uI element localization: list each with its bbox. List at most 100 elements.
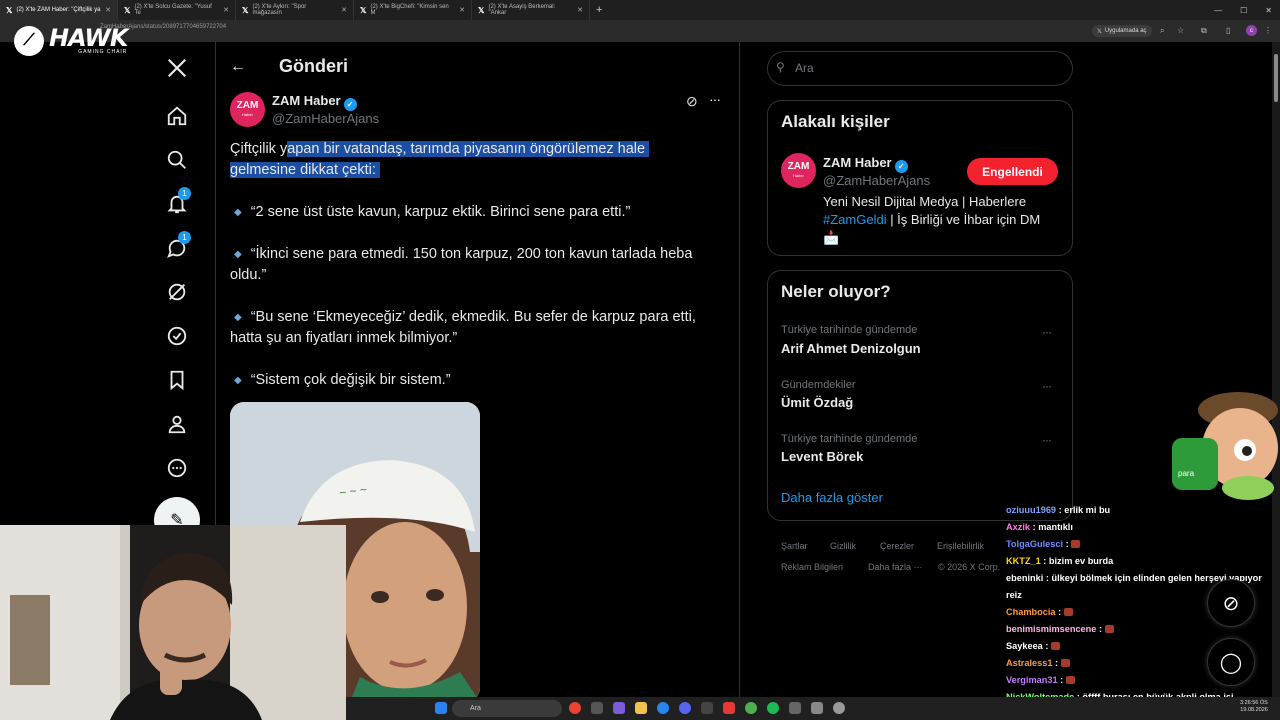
trend-item[interactable]: Arif Ahmet Denizolgun (781, 341, 921, 356)
chat-username[interactable]: Astraless1 (1006, 658, 1052, 668)
premium-verified-icon[interactable] (164, 323, 190, 349)
home-icon[interactable] (164, 103, 190, 129)
related-avatar[interactable]: ZAM Haber (781, 153, 816, 188)
settings-icon[interactable] (833, 702, 845, 714)
menu-dots-icon[interactable]: ⋮ (1264, 26, 1272, 35)
app-icon[interactable] (811, 702, 823, 714)
chat-username[interactable]: KKTZ_1 (1006, 556, 1041, 566)
grok-floating-icon[interactable]: ⊘ (1207, 579, 1255, 627)
extensions-icon[interactable]: ⧉ (1201, 26, 1207, 36)
footer-terms-link[interactable]: Şartlar (781, 541, 808, 551)
close-tab-icon[interactable]: ✕ (223, 6, 229, 14)
trend-more-icon[interactable]: ··· (1042, 433, 1052, 447)
show-more-link[interactable]: Daha fazla göster (781, 490, 883, 505)
zoom-icon[interactable]: ⌕ (1160, 26, 1164, 36)
notifications-badge: 1 (178, 187, 191, 200)
trend-more-icon[interactable]: ··· (1042, 379, 1052, 393)
taskbar-clock[interactable]: 3:26:56 ÖS 19.08.2026 (1240, 700, 1268, 714)
notifications-bell-icon[interactable]: 1 (164, 187, 191, 217)
quote-text: hatta şu an fiyatları inmek bilmiyor.” (230, 330, 458, 346)
explore-search-icon[interactable] (164, 147, 190, 173)
tab-label: (2) X'te Aykırı: "Spor mağazasın (252, 4, 307, 16)
trend-item[interactable]: Ümit Özdağ (781, 395, 853, 410)
chat-text: erlik mi bu (1064, 505, 1111, 515)
trend-more-icon[interactable]: ··· (1042, 325, 1052, 339)
browser-tab[interactable]: 𝕏 (2) X'te BigChefi: "Kimsin sen M ✕ (354, 0, 472, 20)
author-avatar[interactable]: ZAM Haber (230, 92, 265, 127)
close-window-icon[interactable]: ✕ (1265, 6, 1272, 15)
address-bar: ZamHaberAjans/status/2089717704659722704… (0, 20, 1280, 42)
post-more-icon[interactable]: ··· (709, 91, 721, 107)
hashtag-link[interactable]: #ZamGeldi (823, 212, 887, 227)
browser-tab[interactable]: 𝕏 (2) X'te ZAM Haber: "Çiftçilik ya ✕ (0, 0, 118, 20)
close-tab-icon[interactable]: ✕ (459, 6, 465, 14)
app-icon[interactable] (613, 702, 625, 714)
minimize-icon[interactable]: — (1214, 6, 1222, 15)
messages-icon[interactable]: 1 (164, 231, 191, 261)
spotify-icon[interactable] (767, 702, 779, 714)
footer-cookies-link[interactable]: Çerezler (880, 541, 914, 551)
footer-ads-link[interactable]: Reklam Bilgileri (781, 562, 843, 572)
chat-username[interactable]: oziuuu1969 (1006, 505, 1056, 515)
footer-accessibility-link[interactable]: Erişilebilirlik (937, 541, 984, 551)
x-home-logo-icon[interactable] (164, 55, 190, 81)
app-icon[interactable] (701, 702, 713, 714)
app-icon[interactable] (723, 702, 735, 714)
chat-username[interactable]: TolgaGulesci (1006, 539, 1063, 549)
edge-icon[interactable] (657, 702, 669, 714)
chat-username[interactable]: Vergiman31 (1006, 675, 1058, 685)
bookmarks-icon[interactable] (164, 367, 190, 393)
chrome-profile-icon[interactable] (745, 702, 757, 714)
file-explorer-icon[interactable] (635, 702, 647, 714)
app-icon[interactable] (591, 702, 603, 714)
close-tab-icon[interactable]: ✕ (105, 6, 111, 14)
discord-icon[interactable] (679, 702, 691, 714)
bookmark-star-icon[interactable]: ☆ (1177, 26, 1184, 35)
chrome-icon[interactable] (569, 702, 581, 714)
taskbar-search[interactable]: Ara (452, 700, 562, 717)
related-people-title: Alakalı kişiler (781, 112, 890, 131)
close-tab-icon[interactable]: ✕ (577, 6, 583, 14)
clock-date: 19.08.2026 (1240, 707, 1268, 713)
profile-icon[interactable] (164, 411, 190, 437)
more-options-icon[interactable] (164, 455, 190, 481)
taskbar-search-label: Ara (470, 705, 481, 712)
envelope-emoji-icon: 📩 (823, 230, 840, 245)
grok-explain-icon[interactable]: ⊘ (686, 93, 698, 110)
split-view-icon[interactable]: ▯ (1226, 26, 1230, 35)
chat-username[interactable]: Saykeea (1006, 641, 1043, 651)
related-handle[interactable]: @ZamHaberAjans (823, 173, 930, 188)
browser-tab[interactable]: 𝕏 (2) X'te Asayiş Berkemal: "Ankar ✕ (472, 0, 590, 20)
app-icon[interactable] (789, 702, 801, 714)
back-arrow-icon[interactable]: ← (230, 58, 246, 76)
tab-label: (2) X'te ZAM Haber: "Çiftçilik ya (16, 7, 101, 13)
chat-username[interactable]: ebeninki (1006, 573, 1043, 583)
maximize-icon[interactable]: ☐ (1240, 6, 1247, 15)
scrollbar-thumb[interactable] (1274, 54, 1278, 102)
chat-message: TolgaGulesci : (1006, 536, 1276, 553)
post-quote: ◆ “2 sene üst üste kavun, karpuz ektik. B… (230, 202, 730, 223)
close-tab-icon[interactable]: ✕ (341, 6, 347, 14)
related-name[interactable]: ZAM Haber ✓ (823, 155, 908, 173)
clock-time: 3:26:56 ÖS (1240, 700, 1268, 706)
footer-privacy-link[interactable]: Gizlilik (830, 541, 856, 551)
blocked-button[interactable]: Engellendi (967, 158, 1058, 185)
chat-username[interactable]: Axzik (1006, 522, 1030, 532)
open-in-app-button[interactable]: 𝕏 Uygulamada aç (1092, 25, 1152, 37)
grok-icon[interactable] (164, 279, 190, 305)
chat-emote-icon (1060, 659, 1070, 667)
browser-tab[interactable]: 𝕏 (2) X'te Aykırı: "Spor mağazasın ✕ (236, 0, 354, 20)
trend-item[interactable]: Levent Börek (781, 449, 863, 464)
new-tab-icon[interactable]: + (596, 4, 602, 16)
footer-more-link[interactable]: Daha fazla ··· (868, 562, 923, 572)
related-bio: Yeni Nesil Dijital Medya | Haberlere #Zam… (823, 193, 1063, 247)
author-handle[interactable]: @ZamHaberAjans (272, 111, 379, 126)
chat-username[interactable]: Chambocia (1006, 607, 1056, 617)
windows-start-icon[interactable] (435, 702, 447, 714)
messages-floating-icon[interactable]: ◯ (1207, 638, 1255, 686)
author-name[interactable]: ZAM Haber ✓ (272, 93, 357, 111)
blue-diamond-icon: ◆ (234, 375, 242, 386)
chat-username[interactable]: benimismimsencene (1006, 624, 1096, 634)
browser-tab[interactable]: 𝕏 (2) X'te Solcu Gazete: "Yusuf Te ✕ (118, 0, 236, 20)
profile-avatar[interactable]: c (1246, 25, 1257, 36)
